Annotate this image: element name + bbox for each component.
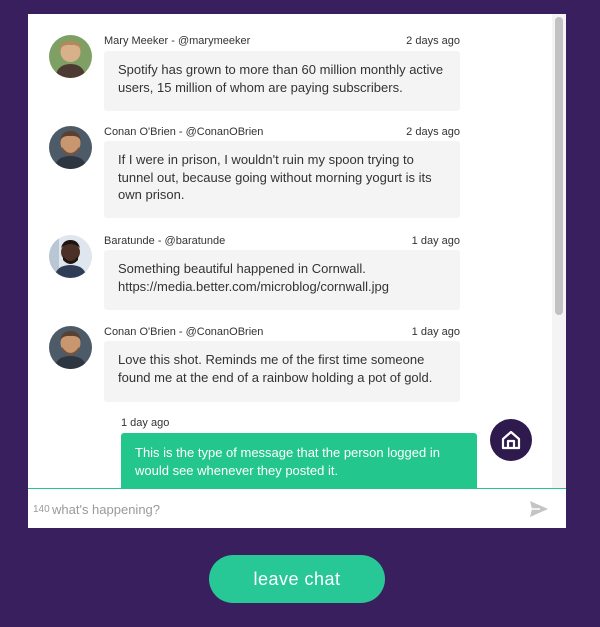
own-message-bubble: This is the type of message that the per… bbox=[121, 433, 477, 488]
message-input[interactable] bbox=[52, 497, 512, 521]
message-bubble: Spotify has grown to more than 60 millio… bbox=[104, 51, 460, 111]
message-timestamp: 2 days ago bbox=[406, 126, 460, 138]
message-timestamp: 2 days ago bbox=[406, 35, 460, 47]
message-bubble: Something beautiful happened in Cornwall… bbox=[104, 250, 460, 310]
avatar[interactable] bbox=[49, 126, 92, 169]
message-author: Conan O'Brien - @ConanOBrien bbox=[104, 326, 264, 338]
character-counter: 140 bbox=[33, 504, 50, 515]
message-bubble: Love this shot. Reminds me of the first … bbox=[104, 341, 460, 402]
message-list[interactable]: Mary Meeker - @marymeeker 2 days ago Spo… bbox=[28, 14, 566, 488]
avatar[interactable] bbox=[49, 326, 92, 369]
leave-chat-button[interactable]: leave chat bbox=[209, 555, 385, 603]
message-author: Mary Meeker - @marymeeker bbox=[104, 35, 251, 47]
message-timestamp: 1 day ago bbox=[411, 235, 460, 247]
chat-panel: Mary Meeker - @marymeeker 2 days ago Spo… bbox=[28, 14, 566, 528]
own-message-timestamp: 1 day ago bbox=[121, 417, 170, 429]
avatar[interactable] bbox=[49, 235, 92, 278]
scrollbar[interactable] bbox=[552, 14, 566, 488]
avatar[interactable] bbox=[49, 35, 92, 78]
message-composer: 140 bbox=[28, 488, 566, 528]
message-author: Baratunde - @baratunde bbox=[104, 235, 226, 247]
home-logo-icon[interactable] bbox=[490, 419, 532, 461]
send-icon[interactable] bbox=[527, 499, 551, 519]
message-author: Conan O'Brien - @ConanOBrien bbox=[104, 126, 264, 138]
scrollbar-thumb[interactable] bbox=[555, 17, 563, 315]
message-timestamp: 1 day ago bbox=[411, 326, 460, 338]
message-bubble: If I were in prison, I wouldn't ruin my … bbox=[104, 141, 460, 218]
